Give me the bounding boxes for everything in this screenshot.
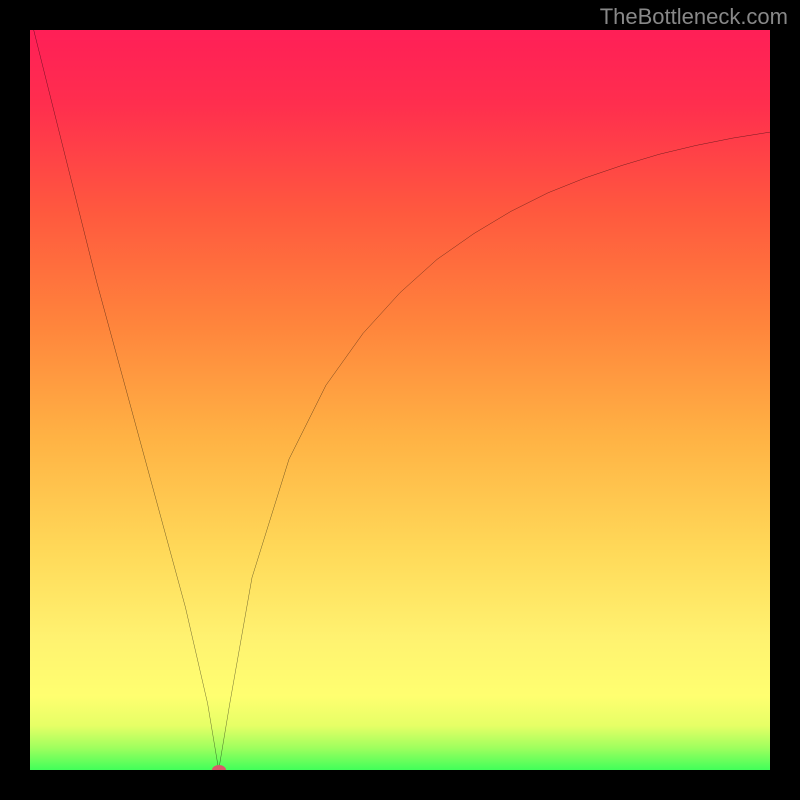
curve-svg xyxy=(30,30,770,770)
chart-frame: TheBottleneck.com xyxy=(0,0,800,800)
bottleneck-curve-path xyxy=(30,30,770,770)
watermark-text: TheBottleneck.com xyxy=(600,4,788,30)
plot-area xyxy=(30,30,770,770)
